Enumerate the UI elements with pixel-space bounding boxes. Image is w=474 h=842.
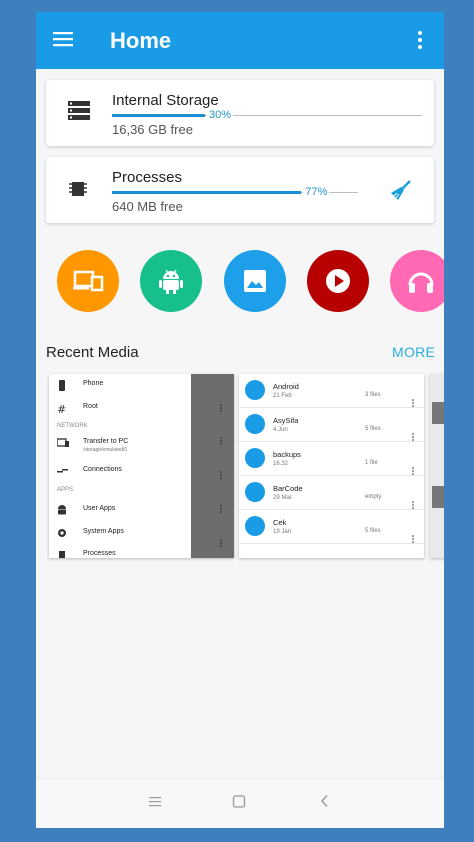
hamburger-menu-icon[interactable] — [52, 30, 74, 48]
scrim-dots-icon — [220, 534, 222, 547]
file-row: AsySifa 4 Jun 5 files — [239, 408, 424, 442]
folder-icon — [245, 448, 265, 468]
storage-free: 16,36 GB free — [112, 122, 193, 137]
category-images[interactable] — [224, 250, 286, 312]
android-icon — [159, 269, 183, 294]
recent-thumbnail-partial[interactable] — [430, 374, 444, 558]
hash-icon: # — [57, 403, 66, 415]
svg-text:#: # — [57, 403, 66, 415]
processes-progress-bar — [112, 191, 302, 194]
folder-icon — [245, 516, 265, 536]
drawer-scrim — [191, 374, 234, 558]
category-audio[interactable] — [390, 250, 444, 312]
folder-icon — [245, 482, 265, 502]
recent-apps-icon[interactable] — [148, 794, 162, 813]
recent-thumbnail-files[interactable]: Android 21 Feb 3 files AsySifa 4 Jun 5 f… — [239, 374, 424, 558]
category-android[interactable] — [140, 250, 202, 312]
play-icon — [326, 269, 350, 293]
android-icon — [58, 505, 66, 515]
storage-progress-bar — [112, 114, 205, 117]
nav-section-network: NETWORK — [57, 423, 88, 429]
scrim-dots-icon — [220, 399, 222, 412]
file-row: backups 16.32 1 file — [239, 442, 424, 476]
category-video[interactable] — [307, 250, 369, 312]
storage-icon — [68, 101, 90, 126]
system-navigation-bar — [36, 778, 444, 828]
file-row: Cek 19 Jan 5 files — [239, 510, 424, 544]
app-bar: Home — [36, 12, 444, 69]
folder-icon — [245, 380, 265, 400]
file-row: BarCode 29 Mar empty — [239, 476, 424, 510]
processes-percent: 77% — [303, 186, 330, 198]
image-icon — [244, 270, 266, 292]
connections-icon — [57, 469, 68, 473]
processes-free: 640 MB free — [112, 199, 183, 214]
folder-icon — [245, 414, 265, 434]
scrim-dots-icon — [220, 500, 222, 513]
storage-percent: 30% — [207, 109, 234, 121]
processes-card[interactable]: Processes 77% 640 MB free — [46, 157, 434, 223]
back-icon[interactable] — [318, 794, 332, 813]
file-row: Android 21 Feb 3 files — [239, 374, 424, 408]
internal-storage-card[interactable]: Internal Storage 30% 16,36 GB free — [46, 80, 434, 146]
broom-icon[interactable] — [388, 179, 412, 208]
more-vertical-icon[interactable] — [414, 29, 426, 51]
transfer-icon — [57, 438, 69, 447]
scrim-dots-icon — [220, 466, 222, 479]
more-button[interactable]: MORE — [392, 344, 435, 360]
phone-icon — [59, 380, 65, 391]
storage-title: Internal Storage — [112, 92, 219, 109]
partial-block — [432, 486, 444, 508]
recent-thumbnail-navigation[interactable]: Phone # Root NETWORK Transfer to PC /sto… — [49, 374, 234, 558]
phone-screen: Home Internal Storage 30% 16,36 GB free … — [36, 12, 444, 828]
chip-icon — [59, 551, 65, 558]
page-title: Home — [110, 28, 172, 53]
chip-icon — [68, 179, 88, 204]
partial-block — [432, 402, 444, 424]
processes-title: Processes — [112, 169, 183, 186]
more-vertical-icon — [412, 530, 414, 548]
home-icon[interactable] — [232, 794, 246, 813]
gear-icon — [58, 529, 66, 537]
headphones-icon — [408, 272, 434, 293]
nav-section-apps: APPS — [57, 487, 74, 493]
scrim-dots-icon — [220, 432, 222, 445]
recent-media-title: Recent Media — [46, 344, 139, 361]
category-apps[interactable] — [57, 250, 119, 312]
devices-icon — [73, 270, 104, 292]
